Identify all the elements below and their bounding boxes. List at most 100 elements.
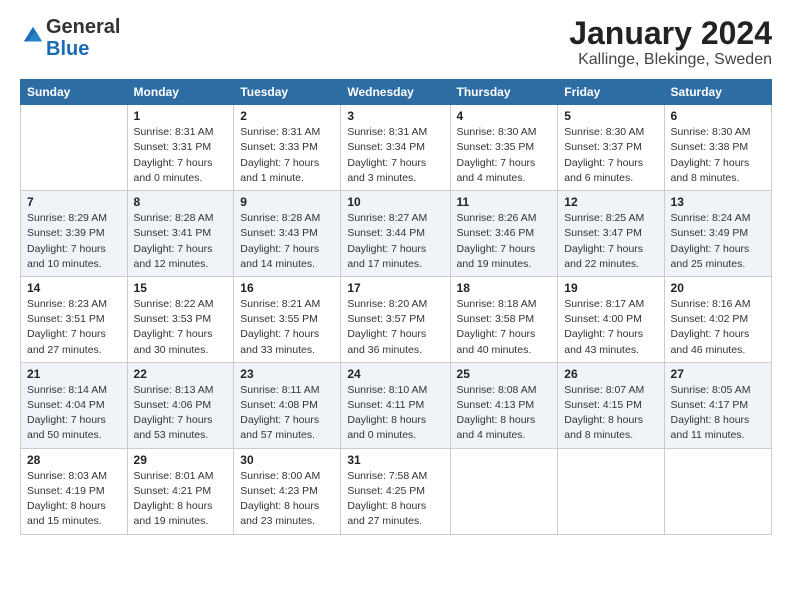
day-number: 25 bbox=[457, 367, 552, 381]
calendar-week-1: 1 Sunrise: 8:31 AMSunset: 3:31 PMDaylight… bbox=[21, 105, 772, 191]
logo-general-text: General bbox=[46, 16, 120, 38]
day-number: 31 bbox=[347, 453, 443, 467]
day-info: Sunrise: 8:26 AMSunset: 3:46 PMDaylight:… bbox=[457, 211, 552, 272]
calendar-cell: 15Sunrise: 8:22 AMSunset: 3:53 PMDayligh… bbox=[127, 276, 234, 362]
logo: General Blue bbox=[20, 16, 120, 60]
day-info: Sunrise: 8:03 AMSunset: 4:19 PMDaylight:… bbox=[27, 469, 121, 530]
title-block: January 2024 Kallinge, Blekinge, Sweden bbox=[569, 16, 772, 69]
day-number: 24 bbox=[347, 367, 443, 381]
day-info: Sunrise: 8:10 AMSunset: 4:11 PMDaylight:… bbox=[347, 383, 443, 444]
th-wednesday: Wednesday bbox=[341, 80, 450, 105]
day-number: 7 bbox=[27, 195, 121, 209]
page: General Blue January 2024 Kallinge, Blek… bbox=[0, 0, 792, 612]
day-number: 17 bbox=[347, 281, 443, 295]
th-monday: Monday bbox=[127, 80, 234, 105]
calendar-cell: 22 Sunrise: 8:13 AMSunset: 4:06 PMDayligh… bbox=[127, 362, 234, 448]
calendar-cell: 25 Sunrise: 8:08 AMSunset: 4:13 PMDayligh… bbox=[450, 362, 558, 448]
calendar-cell: 27 Sunrise: 8:05 AMSunset: 4:17 PMDayligh… bbox=[664, 362, 771, 448]
day-number: 4 bbox=[457, 109, 552, 123]
day-number: 18 bbox=[457, 281, 552, 295]
calendar-week-4: 21 Sunrise: 8:14 AMSunset: 4:04 PMDayligh… bbox=[21, 362, 772, 448]
calendar-cell: 23Sunrise: 8:11 AMSunset: 4:08 PMDayligh… bbox=[234, 362, 341, 448]
calendar-cell: 20 Sunrise: 8:16 AMSunset: 4:02 PMDayligh… bbox=[664, 276, 771, 362]
day-info: Sunrise: 8:11 AMSunset: 4:08 PMDaylight:… bbox=[240, 383, 334, 444]
header-row: Sunday Monday Tuesday Wednesday Thursday… bbox=[21, 80, 772, 105]
day-info: Sunrise: 8:24 AMSunset: 3:49 PMDaylight:… bbox=[671, 211, 765, 272]
th-tuesday: Tuesday bbox=[234, 80, 341, 105]
calendar-week-3: 14 Sunrise: 8:23 AMSunset: 3:51 PMDayligh… bbox=[21, 276, 772, 362]
calendar-cell: 8 Sunrise: 8:28 AMSunset: 3:41 PMDaylight… bbox=[127, 191, 234, 277]
header: General Blue January 2024 Kallinge, Blek… bbox=[20, 16, 772, 69]
day-number: 8 bbox=[134, 195, 228, 209]
calendar-title: January 2024 bbox=[569, 16, 772, 51]
calendar-cell: 14 Sunrise: 8:23 AMSunset: 3:51 PMDayligh… bbox=[21, 276, 128, 362]
day-info: Sunrise: 8:00 AMSunset: 4:23 PMDaylight:… bbox=[240, 469, 334, 530]
day-info: Sunrise: 8:08 AMSunset: 4:13 PMDaylight:… bbox=[457, 383, 552, 444]
calendar-cell: 26Sunrise: 8:07 AMSunset: 4:15 PMDayligh… bbox=[558, 362, 664, 448]
th-friday: Friday bbox=[558, 80, 664, 105]
calendar-cell: 17 Sunrise: 8:20 AMSunset: 3:57 PMDayligh… bbox=[341, 276, 450, 362]
calendar-cell: 5 Sunrise: 8:30 AMSunset: 3:37 PMDaylight… bbox=[558, 105, 664, 191]
day-info: Sunrise: 8:31 AMSunset: 3:33 PMDaylight:… bbox=[240, 125, 334, 186]
calendar-cell bbox=[450, 448, 558, 534]
calendar-cell: 2 Sunrise: 8:31 AMSunset: 3:33 PMDaylight… bbox=[234, 105, 341, 191]
day-number: 2 bbox=[240, 109, 334, 123]
day-info: Sunrise: 7:58 AMSunset: 4:25 PMDaylight:… bbox=[347, 469, 443, 530]
day-number: 15 bbox=[134, 281, 228, 295]
calendar-cell: 6Sunrise: 8:30 AMSunset: 3:38 PMDaylight… bbox=[664, 105, 771, 191]
calendar-cell: 4 Sunrise: 8:30 AMSunset: 3:35 PMDaylight… bbox=[450, 105, 558, 191]
logo-icon bbox=[22, 25, 44, 47]
calendar-cell bbox=[664, 448, 771, 534]
day-number: 5 bbox=[564, 109, 657, 123]
calendar-cell bbox=[21, 105, 128, 191]
calendar-cell: 28Sunrise: 8:03 AMSunset: 4:19 PMDayligh… bbox=[21, 448, 128, 534]
day-info: Sunrise: 8:28 AMSunset: 3:41 PMDaylight:… bbox=[134, 211, 228, 272]
day-info: Sunrise: 8:23 AMSunset: 3:51 PMDaylight:… bbox=[27, 297, 121, 358]
th-saturday: Saturday bbox=[664, 80, 771, 105]
th-sunday: Sunday bbox=[21, 80, 128, 105]
calendar-cell: 13 Sunrise: 8:24 AMSunset: 3:49 PMDayligh… bbox=[664, 191, 771, 277]
day-number: 30 bbox=[240, 453, 334, 467]
day-info: Sunrise: 8:16 AMSunset: 4:02 PMDaylight:… bbox=[671, 297, 765, 358]
day-info: Sunrise: 8:01 AMSunset: 4:21 PMDaylight:… bbox=[134, 469, 228, 530]
calendar-cell: 9 Sunrise: 8:28 AMSunset: 3:43 PMDaylight… bbox=[234, 191, 341, 277]
calendar-cell bbox=[558, 448, 664, 534]
day-info: Sunrise: 8:29 AMSunset: 3:39 PMDaylight:… bbox=[27, 211, 121, 272]
day-number: 1 bbox=[134, 109, 228, 123]
day-info: Sunrise: 8:13 AMSunset: 4:06 PMDaylight:… bbox=[134, 383, 228, 444]
day-number: 21 bbox=[27, 367, 121, 381]
calendar-subtitle: Kallinge, Blekinge, Sweden bbox=[569, 51, 772, 69]
day-info: Sunrise: 8:21 AMSunset: 3:55 PMDaylight:… bbox=[240, 297, 334, 358]
day-number: 11 bbox=[457, 195, 552, 209]
calendar-cell: 29 Sunrise: 8:01 AMSunset: 4:21 PMDayligh… bbox=[127, 448, 234, 534]
day-info: Sunrise: 8:05 AMSunset: 4:17 PMDaylight:… bbox=[671, 383, 765, 444]
day-number: 12 bbox=[564, 195, 657, 209]
day-number: 13 bbox=[671, 195, 765, 209]
calendar-week-2: 7 Sunrise: 8:29 AMSunset: 3:39 PMDaylight… bbox=[21, 191, 772, 277]
calendar-cell: 11 Sunrise: 8:26 AMSunset: 3:46 PMDayligh… bbox=[450, 191, 558, 277]
day-info: Sunrise: 8:20 AMSunset: 3:57 PMDaylight:… bbox=[347, 297, 443, 358]
day-info: Sunrise: 8:31 AMSunset: 3:31 PMDaylight:… bbox=[134, 125, 228, 186]
day-info: Sunrise: 8:14 AMSunset: 4:04 PMDaylight:… bbox=[27, 383, 121, 444]
calendar-cell: 24 Sunrise: 8:10 AMSunset: 4:11 PMDayligh… bbox=[341, 362, 450, 448]
logo-blue-text: Blue bbox=[46, 38, 89, 60]
day-number: 14 bbox=[27, 281, 121, 295]
day-info: Sunrise: 8:27 AMSunset: 3:44 PMDaylight:… bbox=[347, 211, 443, 272]
calendar-cell: 3Sunrise: 8:31 AMSunset: 3:34 PMDaylight… bbox=[341, 105, 450, 191]
day-number: 19 bbox=[564, 281, 657, 295]
day-info: Sunrise: 8:30 AMSunset: 3:35 PMDaylight:… bbox=[457, 125, 552, 186]
day-number: 9 bbox=[240, 195, 334, 209]
day-number: 29 bbox=[134, 453, 228, 467]
calendar-week-5: 28Sunrise: 8:03 AMSunset: 4:19 PMDayligh… bbox=[21, 448, 772, 534]
calendar-cell: 30 Sunrise: 8:00 AMSunset: 4:23 PMDayligh… bbox=[234, 448, 341, 534]
day-number: 20 bbox=[671, 281, 765, 295]
day-number: 27 bbox=[671, 367, 765, 381]
calendar-cell: 12Sunrise: 8:25 AMSunset: 3:47 PMDayligh… bbox=[558, 191, 664, 277]
calendar-cell: 16Sunrise: 8:21 AMSunset: 3:55 PMDayligh… bbox=[234, 276, 341, 362]
calendar-cell: 18Sunrise: 8:18 AMSunset: 3:58 PMDayligh… bbox=[450, 276, 558, 362]
day-number: 10 bbox=[347, 195, 443, 209]
day-info: Sunrise: 8:28 AMSunset: 3:43 PMDaylight:… bbox=[240, 211, 334, 272]
day-number: 22 bbox=[134, 367, 228, 381]
calendar-cell: 19Sunrise: 8:17 AMSunset: 4:00 PMDayligh… bbox=[558, 276, 664, 362]
day-info: Sunrise: 8:30 AMSunset: 3:37 PMDaylight:… bbox=[564, 125, 657, 186]
